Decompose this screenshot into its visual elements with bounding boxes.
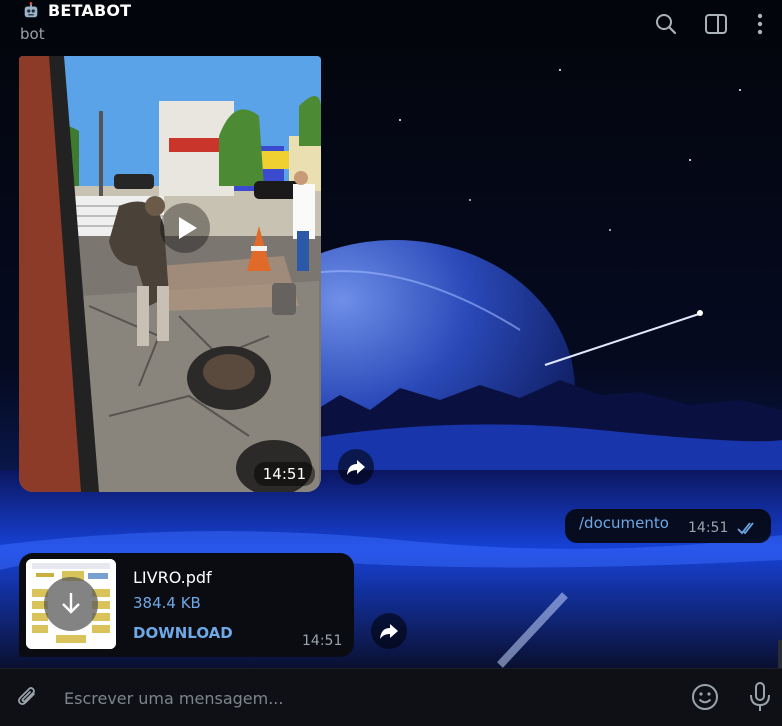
- more-vertical-icon: [757, 13, 763, 35]
- chat-status: bot: [20, 25, 45, 43]
- file-thumbnail[interactable]: [26, 559, 116, 649]
- download-file-button[interactable]: [44, 577, 98, 631]
- file-name: LIVRO.pdf: [133, 568, 212, 587]
- emoji-icon[interactable]: [690, 682, 720, 712]
- chat-header: BETABOT bot: [0, 0, 782, 50]
- forward-video-button[interactable]: [338, 449, 374, 485]
- message-text[interactable]: /documento: [579, 514, 669, 532]
- file-size: 384.4 KB: [133, 594, 201, 612]
- robot-icon: [24, 1, 38, 17]
- outgoing-message[interactable]: /documento 14:51: [565, 509, 771, 543]
- search-icon: [656, 14, 677, 35]
- download-link[interactable]: DOWNLOAD: [133, 624, 233, 642]
- play-icon: [179, 217, 197, 239]
- message-input[interactable]: [62, 682, 666, 714]
- paperclip-icon[interactable]: [14, 683, 42, 711]
- file-message[interactable]: LIVRO.pdf 384.4 KB DOWNLOAD 14:51: [19, 553, 354, 657]
- download-icon: [62, 593, 80, 614]
- video-timestamp: 14:51: [253, 462, 315, 486]
- forward-icon: [347, 460, 365, 475]
- video-message[interactable]: 14:51: [19, 56, 321, 492]
- search-button[interactable]: [653, 11, 679, 37]
- forward-icon: [380, 624, 398, 639]
- double-check-icon: [737, 522, 754, 535]
- forward-file-button[interactable]: [371, 613, 407, 649]
- chat-name: BETABOT: [48, 1, 132, 20]
- sidebar-toggle-button[interactable]: [703, 11, 729, 37]
- message-timestamp: 14:51: [302, 633, 343, 649]
- play-button[interactable]: [160, 203, 210, 253]
- chat-title[interactable]: BETABOT: [22, 1, 131, 20]
- microphone-icon[interactable]: [748, 681, 772, 713]
- message-composer: [0, 668, 782, 726]
- sidebar-toggle-icon: [705, 14, 727, 34]
- video-thumbnail: [19, 56, 321, 492]
- scrollbar[interactable]: [778, 640, 782, 668]
- message-timestamp: 14:51: [688, 520, 729, 536]
- more-options-button[interactable]: [747, 11, 773, 37]
